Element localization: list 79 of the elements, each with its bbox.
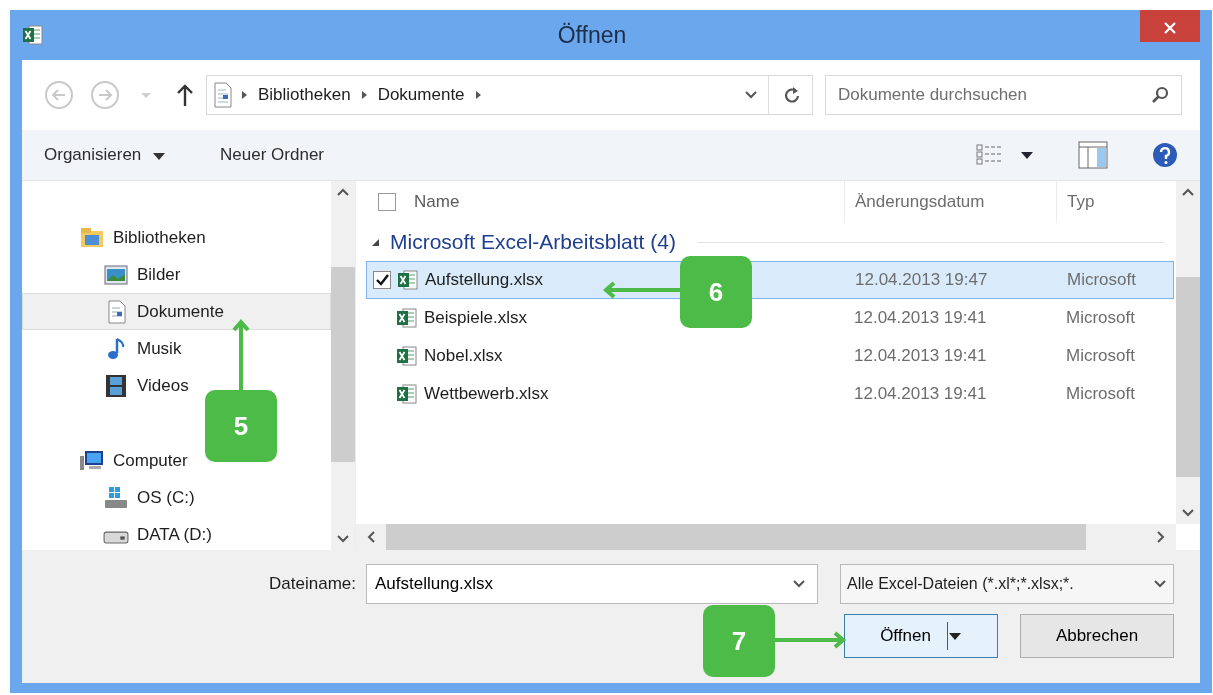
chevron-down-icon: [792, 579, 806, 589]
file-type: Microsoft: [1065, 383, 1136, 406]
step-callout: 7: [703, 605, 775, 677]
chevron-down-icon: [1153, 579, 1167, 589]
excel-icon: [22, 24, 44, 46]
caret-icon: [1020, 150, 1034, 160]
chevron-right-icon: [242, 91, 247, 99]
checkbox[interactable]: [378, 193, 396, 211]
caret-icon: [947, 631, 962, 641]
modified-date: 12.04.2013 19:41: [853, 383, 988, 406]
close-button[interactable]: [1140, 10, 1200, 42]
drive-icon: [103, 531, 129, 544]
pane-icon: [1078, 141, 1108, 169]
nav-item[interactable]: Bilder: [22, 256, 331, 293]
chevron-down-icon: [1181, 508, 1195, 518]
scrollbar[interactable]: [1176, 181, 1200, 524]
scrollbar[interactable]: [331, 181, 355, 550]
excel-file-icon: [396, 345, 418, 367]
toolbar-button[interactable]: Neuer Ordner: [218, 140, 326, 170]
caret-icon: [141, 92, 151, 98]
modified-date: 12.04.2013 19:41: [853, 345, 988, 368]
file-type: Microsoft: [1065, 307, 1136, 330]
step-callout: 6: [680, 256, 752, 328]
nav-item[interactable]: Dokumente: [22, 293, 331, 330]
search-field[interactable]: Dokumente durchsuchen: [825, 75, 1182, 115]
file-type: Microsoft: [1065, 345, 1136, 368]
field-label: Dateiname:: [269, 573, 356, 596]
file-row[interactable]: Wettbewerb.xlsx 12.04.2013 19:41 Microsoft: [366, 375, 1174, 413]
forward-icon: [90, 80, 120, 110]
close-icon: [1163, 20, 1177, 35]
chevron-right-icon: [361, 91, 367, 99]
nav-item[interactable]: OS (C:): [22, 479, 331, 516]
back-icon: [44, 80, 74, 110]
address-bar[interactable]: Bibliotheken Dokumente: [206, 75, 813, 115]
nav-item[interactable]: Musik: [22, 330, 331, 367]
cancel-button[interactable]: Abbrechen: [1020, 614, 1174, 658]
toolbar-button[interactable]: Organisieren: [42, 140, 169, 170]
scrollbar[interactable]: [356, 524, 1176, 550]
file-name-field[interactable]: Aufstellung.xlsx: [366, 564, 818, 604]
excel-file-icon: [396, 307, 418, 329]
file-row[interactable]: Nobel.xlsx 12.04.2013 19:41 Microsoft: [366, 337, 1174, 375]
file-type-dropdown[interactable]: Alle Excel-Dateien (*.xl*;*.xlsx;*.: [840, 564, 1174, 604]
excel-file-icon: [396, 383, 418, 405]
window-title: Öffnen: [556, 20, 628, 50]
file-name: Wettbewerb.xlsx: [424, 383, 549, 406]
caret-icon: [152, 150, 167, 161]
collapse-triangle-icon[interactable]: [370, 237, 380, 247]
film-icon: [103, 372, 129, 399]
chevron-left-icon: [366, 530, 376, 544]
chevron-right-icon: [1156, 530, 1166, 544]
open-button[interactable]: Öffnen: [844, 614, 998, 658]
checkmark-icon: [375, 273, 389, 287]
column-header[interactable]: Typ: [1067, 189, 1095, 215]
excel-file-icon: [397, 269, 419, 291]
nav-item[interactable]: Bibliotheken: [22, 219, 331, 256]
chevron-up-icon: [1181, 187, 1195, 197]
drive-icon: [103, 484, 129, 511]
file-name: Nobel.xlsx: [424, 345, 503, 368]
chevron-down-icon: [336, 534, 350, 544]
nav-item[interactable]: DATA (D:): [22, 516, 331, 553]
group-header: Microsoft Excel-Arbeitsblatt (4): [390, 229, 676, 256]
preview-pane-button[interactable]: [1076, 139, 1110, 171]
chevron-up-icon: [336, 187, 350, 197]
breadcrumb-item[interactable]: Bibliotheken: [252, 82, 357, 108]
file-name: Aufstellung.xlsx: [425, 269, 544, 292]
search-icon: [1150, 85, 1170, 105]
list-view-icon: [976, 143, 1002, 167]
breadcrumb-item[interactable]: Dokumente: [371, 82, 471, 108]
step-callout: 5: [205, 390, 277, 462]
column-header[interactable]: Name: [414, 189, 460, 215]
modified-date: 12.04.2013 19:47: [854, 269, 989, 292]
help-icon: [1152, 142, 1178, 169]
checkbox[interactable]: [373, 271, 391, 289]
modified-date: 12.04.2013 19:41: [853, 307, 988, 330]
chevron-right-icon: [475, 91, 481, 99]
column-header[interactable]: Änderungsdatum: [855, 189, 985, 215]
file-type: Microsoft: [1066, 269, 1137, 292]
file-name: Beispiele.xlsx: [424, 307, 527, 330]
callout-arrow: [231, 318, 251, 390]
